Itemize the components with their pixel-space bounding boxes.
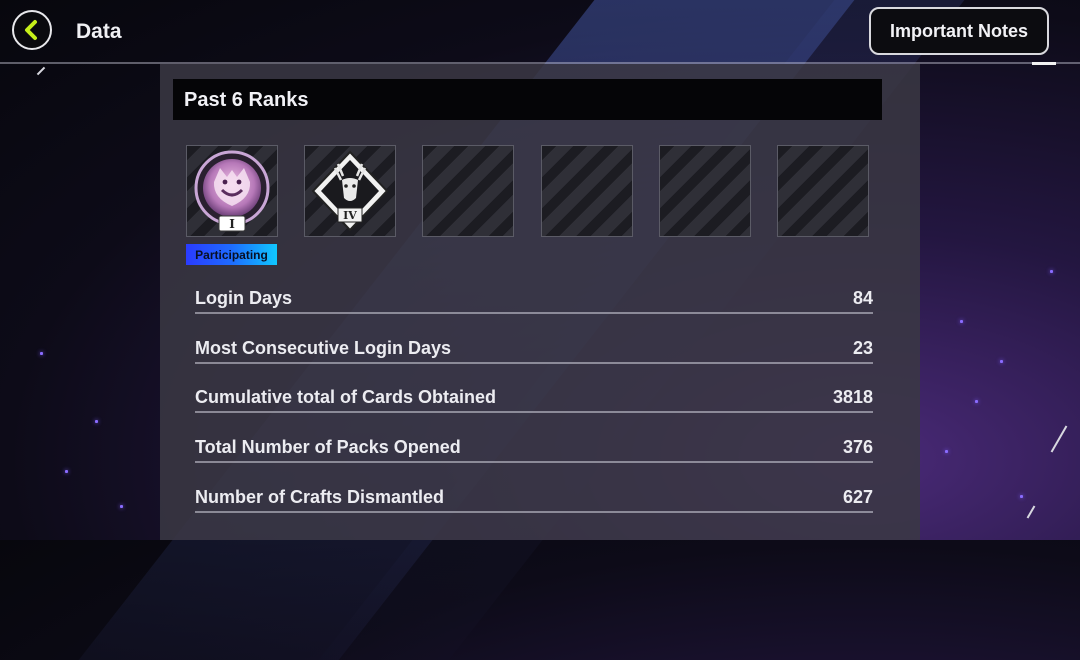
stat-row: Total Number of Packs Opened 376 <box>195 431 873 463</box>
stat-value: 627 <box>842 487 873 507</box>
stat-row: Most Consecutive Login Days 23 <box>195 332 873 364</box>
row-divider <box>195 312 873 314</box>
row-divider <box>195 362 873 364</box>
background-sparkle <box>975 400 978 403</box>
background-sparkle <box>960 320 963 323</box>
row-divider <box>195 411 873 413</box>
row-divider <box>195 461 873 463</box>
rank-slot-empty <box>541 145 633 237</box>
top-bar: Data Important Notes <box>0 0 1080 64</box>
stat-row: Login Days 84 <box>195 282 873 314</box>
corner-decoration <box>1050 425 1068 453</box>
rank-tier-label: I <box>229 217 235 231</box>
participating-badge: Participating <box>186 244 277 265</box>
page-title: Data <box>76 20 122 43</box>
stat-value: 376 <box>842 437 873 457</box>
stat-label: Login Days <box>195 288 293 308</box>
stat-label: Cumulative total of Cards Obtained <box>195 387 497 407</box>
corner-decoration <box>36 66 46 76</box>
background-sparkle <box>945 450 948 453</box>
rank-slot-empty <box>422 145 514 237</box>
background-sparkle <box>1020 495 1023 498</box>
stat-value: 3818 <box>832 387 873 407</box>
back-button[interactable] <box>12 10 52 50</box>
header-divider-accent <box>1032 62 1056 65</box>
rank-slot[interactable]: IV <box>304 145 396 237</box>
background-sparkle <box>1050 270 1053 273</box>
section-title: Past 6 Ranks <box>184 89 309 111</box>
stat-value: 23 <box>852 338 873 358</box>
rank-slot-empty <box>659 145 751 237</box>
rank-tier-label: IV <box>343 209 357 222</box>
background-sparkle <box>95 420 98 423</box>
row-divider <box>195 511 873 513</box>
stat-value: 84 <box>852 288 873 308</box>
corner-decoration <box>1026 505 1036 519</box>
stat-label: Most Consecutive Login Days <box>195 338 452 358</box>
stat-label: Number of Crafts Dismantled <box>195 487 445 507</box>
stag-rank-emblem-icon: IV <box>311 150 389 232</box>
background-sparkle <box>65 470 68 473</box>
background-sparkle <box>1000 360 1003 363</box>
white-tiger-rank-emblem-icon: I <box>194 150 270 232</box>
rank-slot[interactable]: I <box>186 145 278 237</box>
rank-slot-empty <box>777 145 869 237</box>
section-header: Past 6 Ranks <box>173 79 882 120</box>
background-sparkle <box>120 505 123 508</box>
stat-row: Number of Crafts Dismantled 627 <box>195 481 873 513</box>
important-notes-button[interactable]: Important Notes <box>869 7 1049 55</box>
stat-label: Total Number of Packs Opened <box>195 437 461 457</box>
chevron-left-icon <box>25 20 37 40</box>
background-sparkle <box>40 352 43 355</box>
stat-row: Cumulative total of Cards Obtained 3818 <box>195 381 873 413</box>
